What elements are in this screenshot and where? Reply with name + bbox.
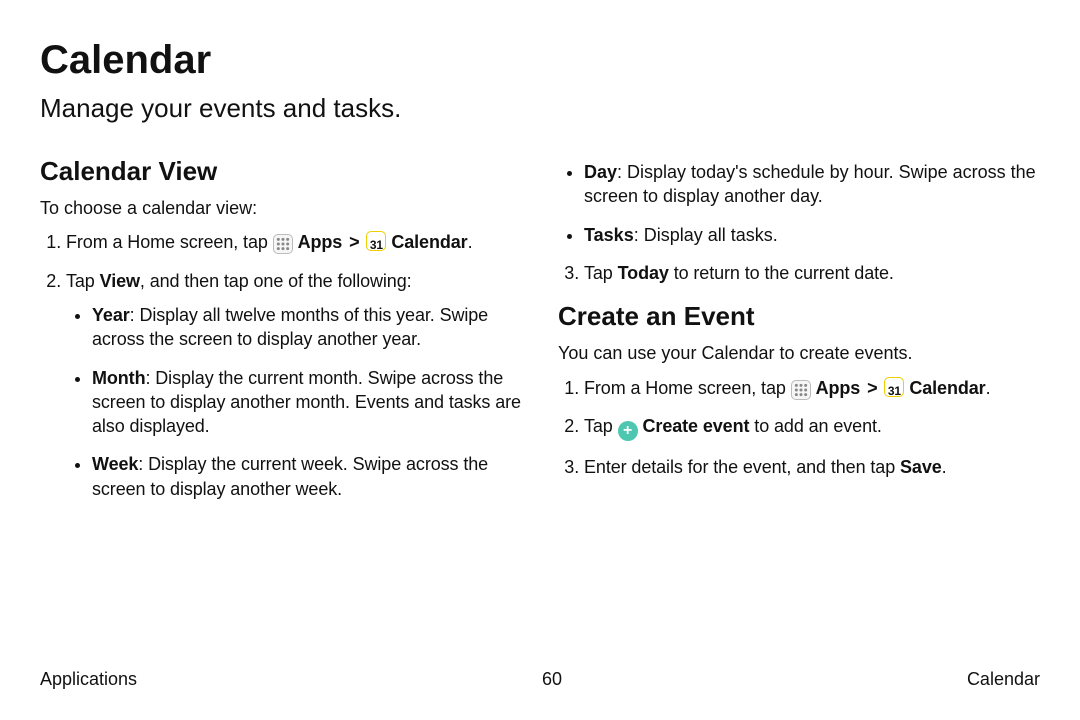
today-label: Today	[618, 263, 669, 283]
label: Day	[584, 162, 617, 182]
page-footer: Applications 60 Calendar	[40, 669, 1040, 690]
label: Year	[92, 305, 130, 325]
text: , and then tap one of the following:	[140, 271, 412, 291]
calendar-view-intro: To choose a calendar view:	[40, 197, 522, 220]
text: : Display the current month. Swipe acros…	[92, 368, 521, 437]
apps-label: Apps	[816, 378, 861, 398]
chevron-icon: >	[349, 232, 359, 252]
create-event-intro: You can use your Calendar to create even…	[558, 342, 1040, 365]
text: From a Home screen, tap	[66, 232, 273, 252]
calendar-label: Calendar	[909, 378, 985, 398]
label: Month	[92, 368, 145, 388]
label: Tasks	[584, 225, 634, 245]
label: Week	[92, 454, 138, 474]
list-item: Week: Display the current week. Swipe ac…	[92, 452, 522, 501]
ce-step-1: From a Home screen, tap Apps > 31 Calend…	[584, 376, 1040, 400]
cv-view-options: Year: Display all twelve months of this …	[92, 303, 522, 501]
text: .	[468, 232, 473, 252]
text: From a Home screen, tap	[584, 378, 791, 398]
list-item: Day: Display today's schedule by hour. S…	[584, 160, 1040, 209]
calendar-label: Calendar	[391, 232, 467, 252]
ce-step-2: Tap + Create event to add an event.	[584, 414, 1040, 441]
chevron-icon: >	[867, 378, 877, 398]
cv-view-options-continued: Day: Display today's schedule by hour. S…	[584, 160, 1040, 247]
text: to add an event.	[749, 416, 881, 436]
page-number: 60	[542, 669, 562, 690]
text: to return to the current date.	[669, 263, 894, 283]
apps-icon	[791, 380, 811, 400]
create-event-label: Create event	[643, 416, 750, 436]
left-column: Calendar View To choose a calendar view:…	[40, 150, 522, 515]
text: : Display today's schedule by hour. Swip…	[584, 162, 1036, 206]
save-label: Save	[900, 457, 942, 477]
calendar-view-steps: From a Home screen, tap Apps > 31 Calend…	[66, 230, 522, 501]
text: Tap	[584, 263, 618, 283]
right-column: Day: Display today's schedule by hour. S…	[558, 150, 1040, 515]
apps-label: Apps	[298, 232, 343, 252]
apps-icon	[273, 234, 293, 254]
cv-step-1: From a Home screen, tap Apps > 31 Calend…	[66, 230, 522, 254]
section-create-event-heading: Create an Event	[558, 301, 1040, 332]
view-label: View	[100, 271, 140, 291]
text: .	[986, 378, 991, 398]
section-calendar-view-heading: Calendar View	[40, 156, 522, 187]
text: : Display all twelve months of this year…	[92, 305, 488, 349]
page-subtitle: Manage your events and tasks.	[40, 93, 1040, 124]
text: Tap	[66, 271, 100, 291]
text: Tap	[584, 416, 618, 436]
text: : Display all tasks.	[634, 225, 778, 245]
create-event-steps: From a Home screen, tap Apps > 31 Calend…	[584, 376, 1040, 480]
page-title: Calendar	[40, 38, 1040, 83]
calendar-icon: 31	[884, 377, 904, 397]
list-item: Year: Display all twelve months of this …	[92, 303, 522, 352]
list-item: Month: Display the current month. Swipe …	[92, 366, 522, 439]
calendar-icon-label: 31	[367, 239, 385, 251]
cv-step-2: Tap View, and then tap one of the follow…	[66, 269, 522, 501]
text: .	[942, 457, 947, 477]
content-columns: Calendar View To choose a calendar view:…	[40, 150, 1040, 515]
ce-step-3: Enter details for the event, and then ta…	[584, 455, 1040, 479]
plus-icon: +	[618, 421, 638, 441]
footer-section-label: Applications	[40, 669, 137, 690]
list-item: Tasks: Display all tasks.	[584, 223, 1040, 247]
footer-topic-label: Calendar	[967, 669, 1040, 690]
calendar-icon: 31	[366, 231, 386, 251]
calendar-icon-label: 31	[885, 385, 903, 397]
calendar-view-steps-continued: Tap Today to return to the current date.	[584, 261, 1040, 285]
text: : Display the current week. Swipe across…	[92, 454, 488, 498]
cv-step-3: Tap Today to return to the current date.	[584, 261, 1040, 285]
text: Enter details for the event, and then ta…	[584, 457, 900, 477]
